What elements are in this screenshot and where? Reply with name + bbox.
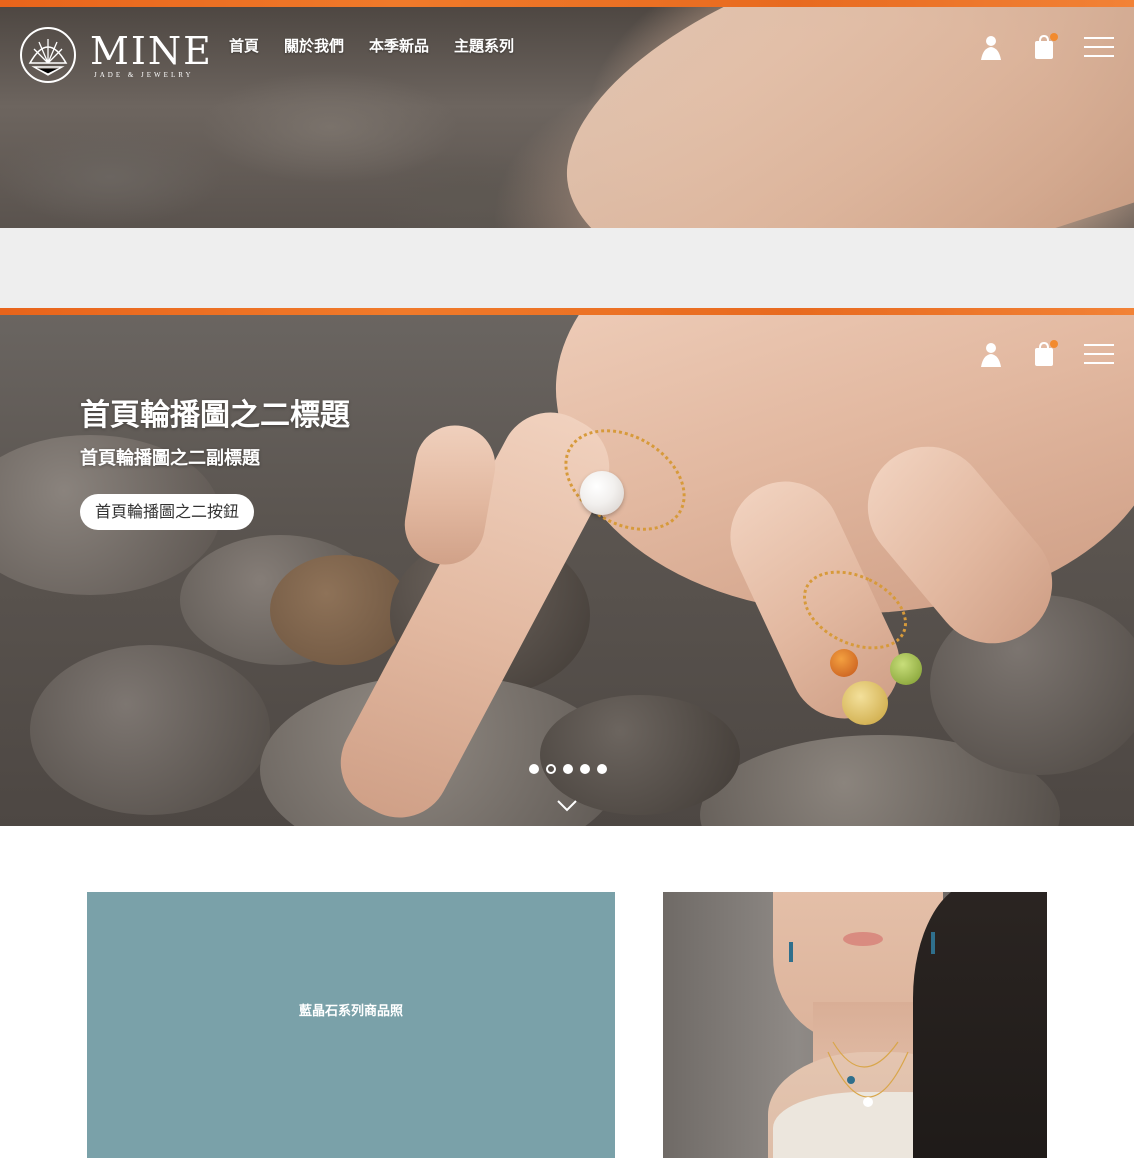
hero-slider: [0, 315, 1134, 826]
nav-item-about[interactable]: 關於我們: [284, 37, 344, 55]
nav-item-home[interactable]: 首頁: [229, 37, 259, 55]
product-card-label: 藍晶石系列商品照: [298, 1004, 403, 1019]
section-spacer: [0, 228, 1134, 308]
amber-gem: [830, 649, 858, 677]
necklace-image: [789, 932, 935, 1107]
pebble: [270, 555, 410, 665]
slider-pagination: [529, 764, 607, 774]
slider-header-icons: [977, 340, 1115, 368]
main-nav: 首頁 關於我們 本季新品 主題系列: [229, 37, 514, 55]
shell-logo-icon: [20, 27, 76, 83]
slide-title: 首頁輪播圖之二標題: [80, 398, 350, 433]
header-icons: [977, 33, 1115, 61]
peridot-gem: [890, 653, 922, 685]
slider-accent-bar: [0, 308, 1134, 315]
chevron-down-icon[interactable]: [556, 798, 578, 812]
nav-item-collections[interactable]: 主題系列: [454, 37, 514, 55]
user-icon[interactable]: [977, 340, 1005, 368]
pebble: [30, 645, 270, 815]
brand-name: MINE: [90, 29, 213, 73]
top-accent-bar: [0, 0, 1134, 7]
slider-dot-2[interactable]: [546, 764, 556, 774]
cart-badge: [1050, 33, 1058, 41]
product-card-kyanite[interactable]: 藍晶石系列商品照: [87, 892, 615, 1158]
product-card-model-photo[interactable]: [663, 892, 1047, 1158]
slider-dot-4[interactable]: [580, 764, 590, 774]
pearl: [580, 471, 624, 515]
shopping-bag-icon[interactable]: [1030, 33, 1058, 61]
menu-icon[interactable]: [1083, 33, 1115, 61]
pebble: [540, 695, 740, 815]
brand-logo[interactable]: MINE JADE & JEWELRY: [20, 27, 211, 85]
slide-cta-button[interactable]: 首頁輪播圖之二按鈕: [80, 494, 255, 530]
menu-icon[interactable]: [1083, 340, 1115, 368]
slider-dot-5[interactable]: [597, 764, 607, 774]
slide-subtitle: 首頁輪播圖之二副標題: [80, 448, 260, 469]
cart-badge: [1050, 340, 1058, 348]
nav-item-new-arrivals[interactable]: 本季新品: [369, 37, 429, 55]
citrine-gem: [842, 681, 888, 725]
slider-dot-3[interactable]: [563, 764, 573, 774]
slider-dot-1[interactable]: [529, 764, 539, 774]
shopping-bag-icon[interactable]: [1030, 340, 1058, 368]
user-icon[interactable]: [977, 33, 1005, 61]
brand-tagline: JADE & JEWELRY: [94, 71, 194, 79]
